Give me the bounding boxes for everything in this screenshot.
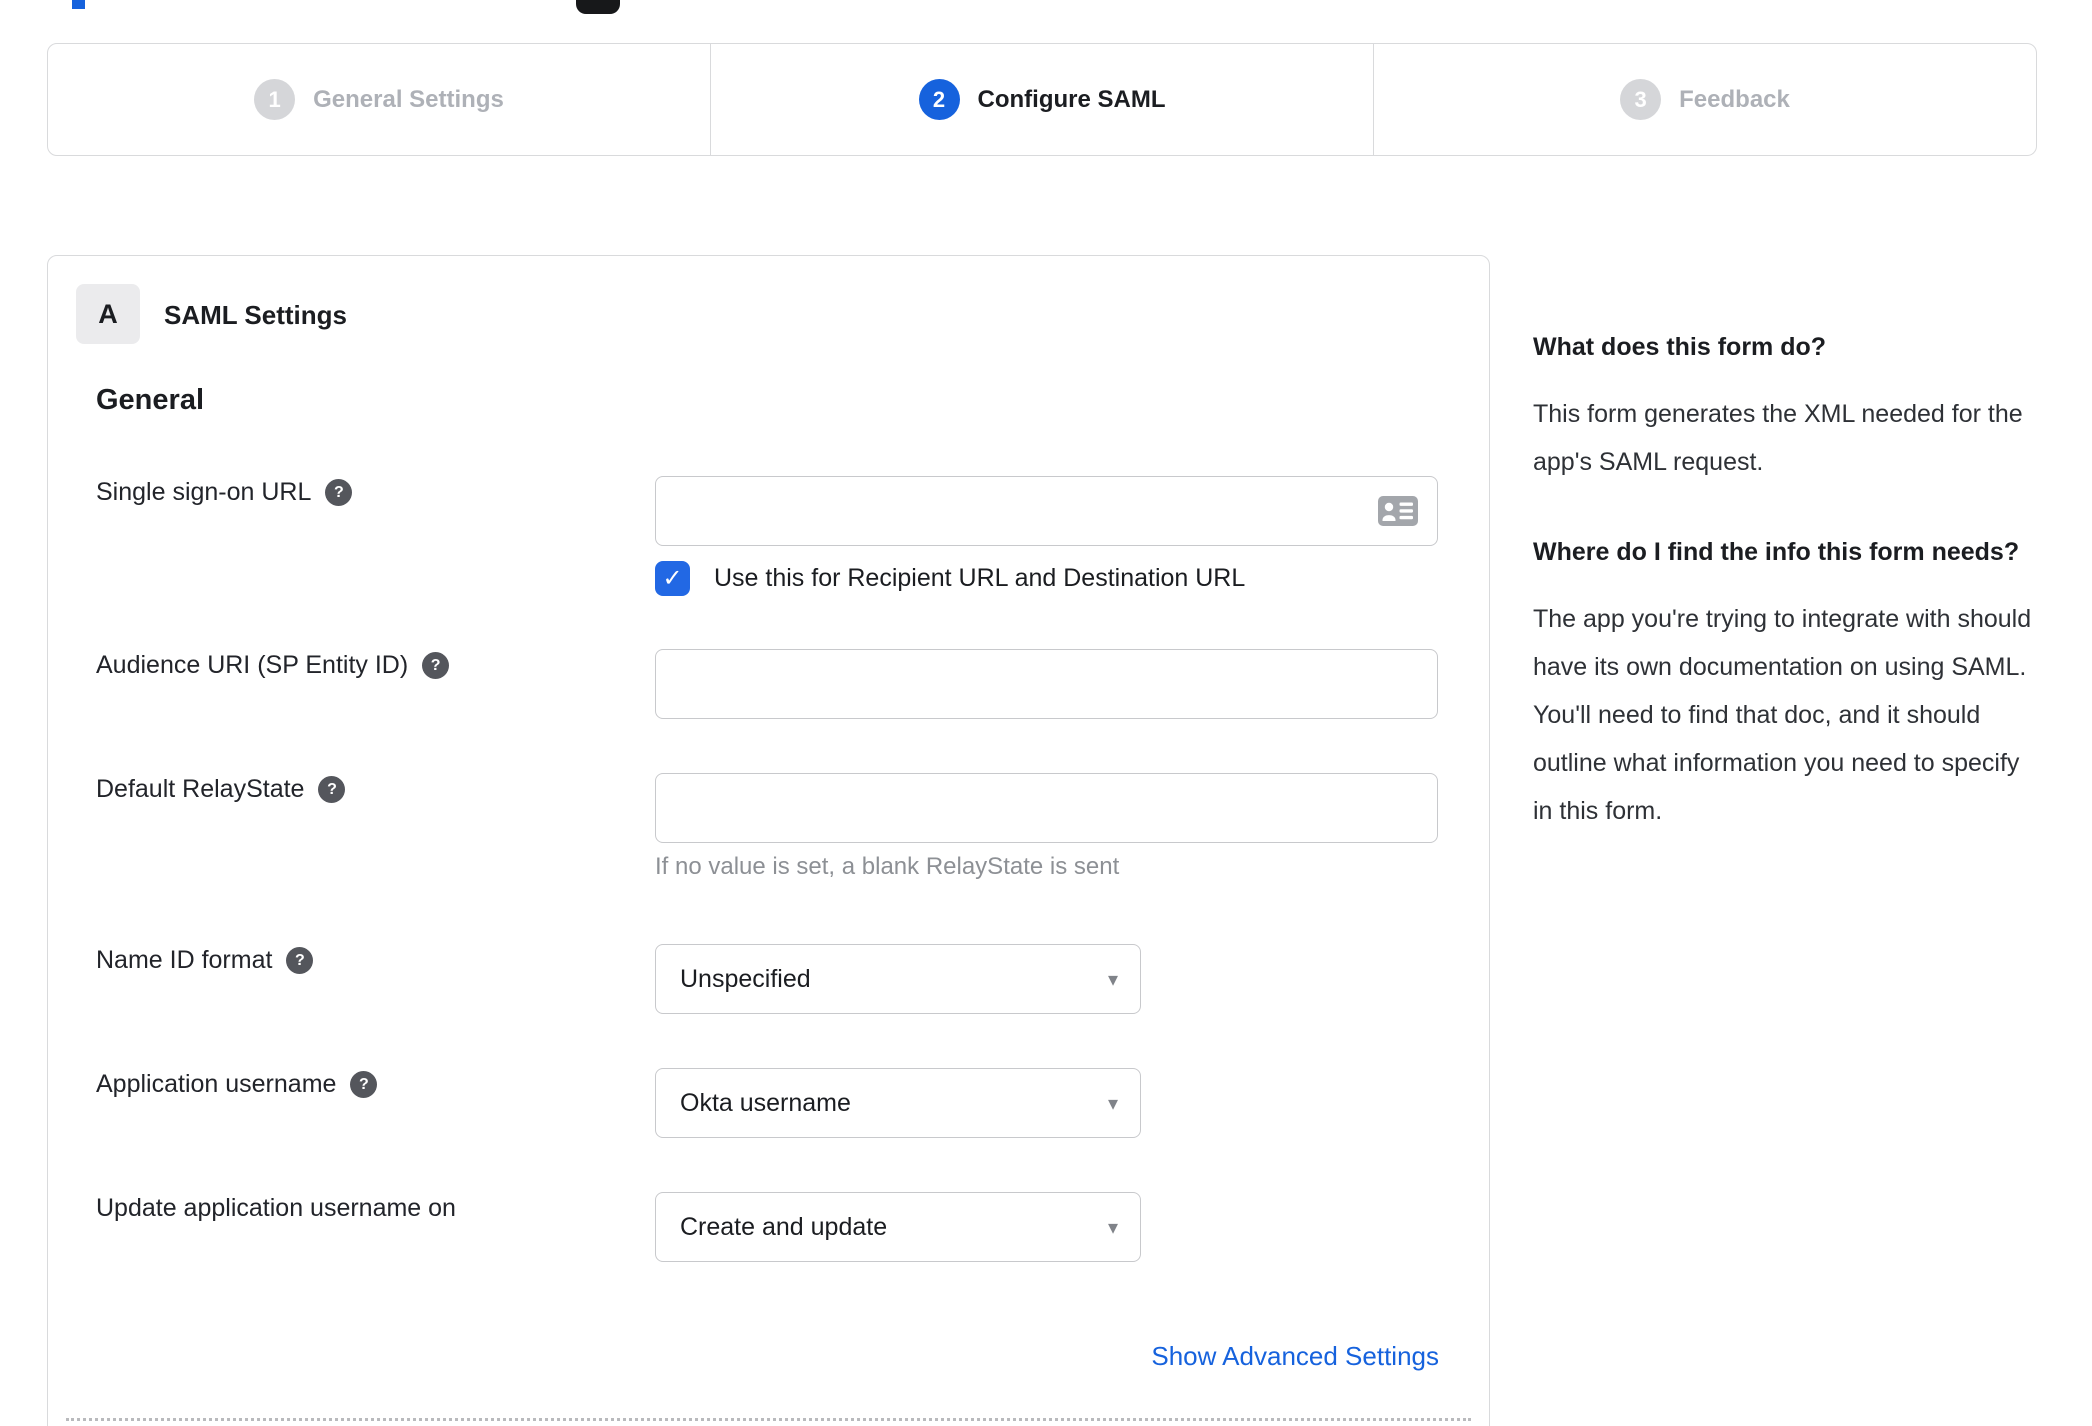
step-label: Feedback bbox=[1679, 85, 1790, 113]
recipient-url-checkbox[interactable]: ✓ bbox=[655, 561, 690, 596]
application-username-label: Application username ? bbox=[96, 1070, 378, 1099]
general-section-heading: General bbox=[96, 384, 204, 416]
application-username-select[interactable]: Okta username ▾ bbox=[655, 1068, 1141, 1138]
update-username-select[interactable]: Create and update ▾ bbox=[655, 1192, 1141, 1262]
chevron-down-icon: ▾ bbox=[1107, 1216, 1118, 1239]
section-a-badge: A bbox=[76, 284, 140, 344]
step-label: Configure SAML bbox=[977, 85, 1166, 113]
step-number-badge: 1 bbox=[254, 79, 296, 120]
step-general-settings[interactable]: 1 General Settings bbox=[48, 44, 710, 155]
saml-settings-panel: A SAML Settings General Single sign-on U… bbox=[47, 255, 1490, 1426]
help-icon[interactable]: ? bbox=[286, 947, 314, 974]
help-icon[interactable]: ? bbox=[325, 479, 353, 506]
panel-title: SAML Settings bbox=[164, 300, 347, 330]
relay-state-hint: If no value is set, a blank RelayState i… bbox=[655, 853, 1120, 880]
wizard-stepper: 1 General Settings 2 Configure SAML 3 Fe… bbox=[47, 43, 2037, 156]
audience-uri-input[interactable] bbox=[655, 649, 1438, 719]
cropped-title-fragment bbox=[72, 0, 85, 9]
recipient-url-checkbox-row: ✓ Use this for Recipient URL and Destina… bbox=[655, 561, 1245, 596]
relay-state-input[interactable] bbox=[655, 773, 1438, 843]
help-icon[interactable]: ? bbox=[318, 776, 346, 803]
relay-state-label: Default RelayState ? bbox=[96, 775, 346, 804]
sidebar-heading: Where do I find the info this form needs… bbox=[1533, 538, 2020, 566]
sso-url-label: Single sign-on URL ? bbox=[96, 478, 353, 507]
update-username-label: Update application username on bbox=[96, 1194, 456, 1222]
name-id-format-label: Name ID format ? bbox=[96, 946, 314, 975]
sidebar-paragraph: This form generates the XML needed for t… bbox=[1533, 400, 2023, 476]
checkmark-icon: ✓ bbox=[662, 565, 683, 592]
page: 1 General Settings 2 Configure SAML 3 Fe… bbox=[0, 0, 2092, 1426]
sidebar-paragraph: The app you're trying to integrate with … bbox=[1533, 605, 2032, 825]
audience-uri-label: Audience URI (SP Entity ID) ? bbox=[96, 651, 450, 680]
chevron-down-icon: ▾ bbox=[1107, 968, 1118, 991]
step-feedback[interactable]: 3 Feedback bbox=[1373, 44, 2036, 155]
cropped-title-fragment bbox=[576, 0, 620, 14]
name-id-format-select[interactable]: Unspecified ▾ bbox=[655, 944, 1141, 1014]
sidebar-heading: What does this form do? bbox=[1533, 333, 1827, 361]
step-configure-saml[interactable]: 2 Configure SAML bbox=[710, 44, 1373, 155]
sso-url-input[interactable] bbox=[655, 476, 1438, 546]
recipient-url-checkbox-label: Use this for Recipient URL and Destinati… bbox=[714, 564, 1246, 592]
sso-url-input-wrap bbox=[655, 476, 1438, 546]
chevron-down-icon: ▾ bbox=[1107, 1092, 1118, 1115]
show-advanced-settings-link[interactable]: Show Advanced Settings bbox=[1151, 1341, 1439, 1372]
dotted-separator bbox=[66, 1418, 1471, 1421]
step-number-badge: 2 bbox=[918, 79, 960, 120]
step-label: General Settings bbox=[313, 85, 504, 113]
help-icon[interactable]: ? bbox=[350, 1071, 378, 1098]
step-number-badge: 3 bbox=[1620, 79, 1662, 120]
help-sidebar: What does this form do? This form genera… bbox=[1533, 325, 2043, 879]
help-icon[interactable]: ? bbox=[422, 652, 450, 679]
